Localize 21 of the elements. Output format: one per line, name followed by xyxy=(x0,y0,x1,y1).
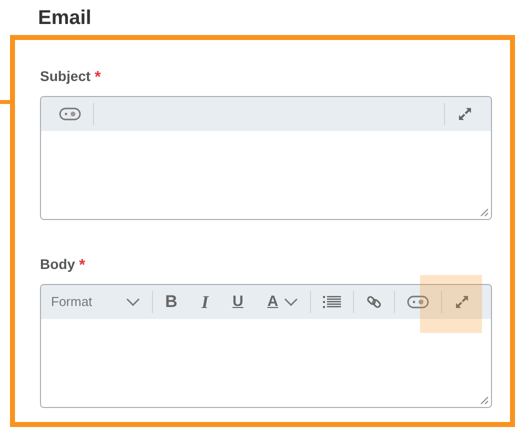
underline-button[interactable]: U xyxy=(220,290,256,314)
text-color-button[interactable]: A xyxy=(255,290,310,314)
resize-handle-icon xyxy=(479,207,489,217)
link-icon xyxy=(366,294,382,310)
expand-icon xyxy=(454,294,470,310)
caret-icon xyxy=(284,298,298,306)
format-dropdown[interactable]: Format xyxy=(47,290,152,314)
tag-icon xyxy=(407,295,430,309)
tag-icon xyxy=(59,107,81,121)
bold-button[interactable]: B xyxy=(153,290,190,314)
italic-button[interactable]: I xyxy=(189,290,220,314)
required-mark: * xyxy=(94,68,101,88)
resize-handle-icon xyxy=(479,395,489,405)
field-label: Body xyxy=(40,255,75,274)
caret-icon xyxy=(126,298,140,306)
required-mark: * xyxy=(79,256,86,276)
expand-icon xyxy=(457,106,473,122)
field-label: Subject xyxy=(40,67,91,86)
text-editor[interactable] xyxy=(40,96,492,220)
list-icon xyxy=(323,295,342,309)
section-heading: Email xyxy=(37,6,92,31)
